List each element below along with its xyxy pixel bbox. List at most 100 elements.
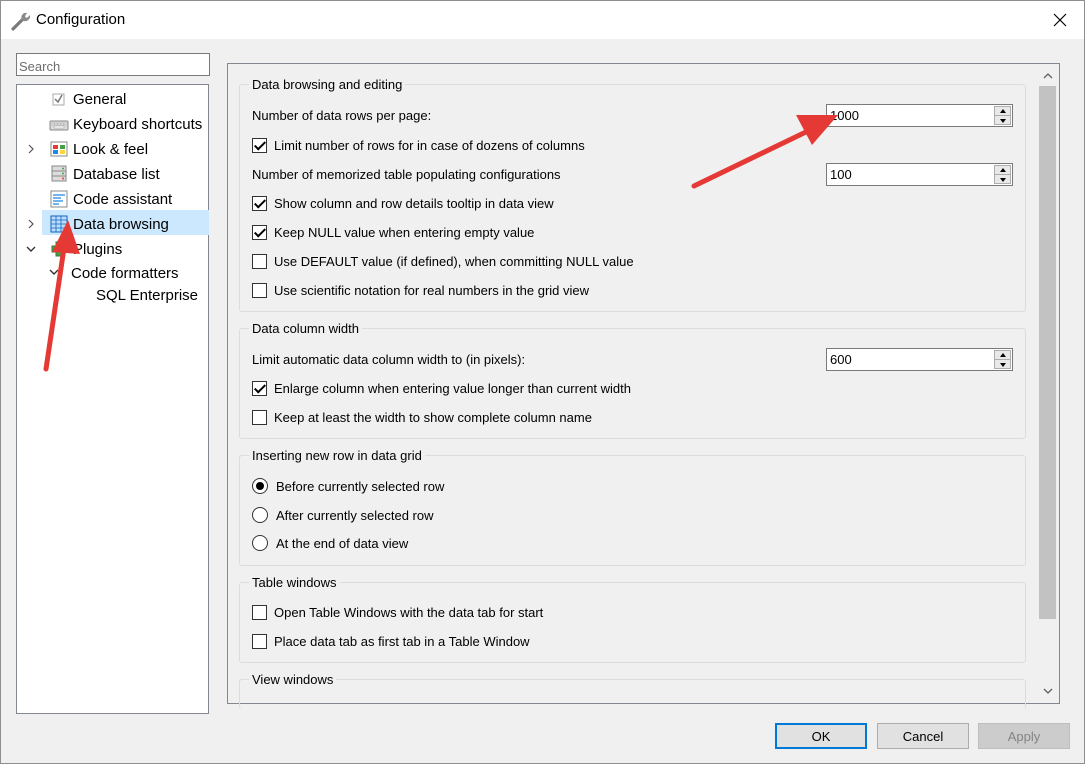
chevron-right-icon[interactable] bbox=[24, 217, 38, 231]
ok-button[interactable]: OK bbox=[775, 723, 867, 749]
data-grid-icon bbox=[49, 214, 69, 234]
scientific-notation-checkbox[interactable]: Use scientific notation for real numbers… bbox=[252, 280, 589, 300]
tree-item-sql-enterprise[interactable]: SQL Enterprise bbox=[92, 283, 198, 307]
checkbox-label: Place data tab as first tab in a Table W… bbox=[274, 633, 530, 649]
tree-item-label: SQL Enterprise bbox=[96, 286, 198, 304]
chevron-down-icon[interactable] bbox=[24, 242, 38, 256]
tree-item-label: Plugins bbox=[73, 240, 123, 258]
limit-width-input[interactable] bbox=[827, 349, 992, 370]
radio-end-of-view[interactable]: At the end of data view bbox=[252, 533, 408, 553]
spin-up-button[interactable] bbox=[995, 351, 1010, 360]
chevron-down-icon bbox=[1043, 688, 1053, 694]
tree-item-plugins[interactable]: Plugins bbox=[49, 237, 122, 261]
tree-item-code-assistant[interactable]: Code assistant bbox=[49, 187, 172, 211]
radio-unselected[interactable] bbox=[252, 507, 268, 523]
tree-item-label: Code formatters bbox=[71, 264, 179, 282]
checkbox-checked[interactable] bbox=[252, 224, 267, 240]
tree-item-general[interactable]: General bbox=[49, 87, 126, 111]
close-button[interactable] bbox=[1040, 5, 1080, 35]
radio-after-selected[interactable]: After currently selected row bbox=[252, 505, 434, 525]
tooltip-checkbox[interactable]: Show column and row details tooltip in d… bbox=[252, 193, 554, 213]
tree-item-label: Database list bbox=[73, 165, 160, 183]
group-title: Table windows bbox=[249, 575, 340, 590]
checkbox-label: Show column and row details tooltip in d… bbox=[274, 195, 554, 211]
limit-width-spinbox[interactable] bbox=[826, 348, 1013, 371]
checkbox-checked[interactable] bbox=[252, 195, 267, 211]
spin-down-button[interactable] bbox=[995, 175, 1010, 184]
arrow-down-icon bbox=[999, 362, 1006, 367]
default-value-checkbox[interactable]: Use DEFAULT value (if defined), when com… bbox=[252, 251, 634, 271]
wrench-icon bbox=[11, 12, 31, 31]
radio-unselected[interactable] bbox=[252, 535, 268, 551]
arrow-up-icon bbox=[999, 109, 1006, 113]
spin-down-button[interactable] bbox=[995, 360, 1010, 369]
checkbox-unchecked[interactable] bbox=[252, 604, 267, 620]
scroll-up-button[interactable] bbox=[1037, 66, 1059, 86]
memorized-configs-input[interactable] bbox=[827, 164, 992, 185]
database-list-icon bbox=[49, 164, 69, 184]
checkbox-unchecked[interactable] bbox=[252, 409, 267, 425]
chevron-down-icon[interactable] bbox=[47, 265, 61, 279]
scroll-down-button[interactable] bbox=[1037, 681, 1059, 701]
checkbox-label: Use scientific notation for real numbers… bbox=[274, 282, 590, 298]
place-first-checkbox[interactable]: Place data tab as first tab in a Table W… bbox=[252, 631, 530, 651]
tree-item-data-browsing[interactable]: Data browsing bbox=[49, 212, 169, 236]
window-title: Configuration bbox=[36, 11, 126, 28]
checkbox-label: Keep at least the width to show complete… bbox=[274, 409, 592, 425]
configuration-window: Configuration General Keyboard shortcuts bbox=[0, 0, 1085, 764]
radio-before-selected[interactable]: Before currently selected row bbox=[252, 476, 444, 496]
tree-item-label: Code assistant bbox=[73, 190, 173, 208]
search-input[interactable] bbox=[16, 53, 210, 76]
checkbox-label: Open Table Windows with the data tab for… bbox=[274, 604, 544, 620]
limit-rows-checkbox[interactable]: Limit number of rows for in case of doze… bbox=[252, 135, 585, 155]
tree-item-keyboard-shortcuts[interactable]: Keyboard shortcuts bbox=[49, 112, 202, 136]
group-title: Inserting new row in data grid bbox=[249, 448, 425, 463]
general-check-icon bbox=[49, 89, 69, 109]
radio-label: After currently selected row bbox=[276, 507, 434, 523]
group-title: View windows bbox=[249, 672, 337, 687]
checkbox-label: Enlarge column when entering value longe… bbox=[274, 380, 631, 396]
cancel-button[interactable]: Cancel bbox=[877, 723, 969, 749]
tree-item-look-and-feel[interactable]: Look & feel bbox=[49, 137, 148, 161]
memorized-configs-label: Number of memorized table populating con… bbox=[252, 166, 561, 182]
close-icon bbox=[1053, 13, 1067, 27]
vertical-scrollbar[interactable] bbox=[1037, 64, 1059, 703]
tree-item-label: General bbox=[73, 90, 127, 108]
spin-up-button[interactable] bbox=[995, 107, 1010, 116]
tree-item-label: Look & feel bbox=[73, 140, 149, 158]
settings-tree: General Keyboard shortcuts Look & feel D… bbox=[16, 84, 209, 714]
chevron-right-icon[interactable] bbox=[24, 142, 38, 156]
tree-item-code-formatters[interactable]: Code formatters bbox=[67, 261, 179, 285]
tree-item-database-list[interactable]: Database list bbox=[49, 162, 160, 186]
checkbox-checked[interactable] bbox=[252, 137, 267, 153]
checkbox-unchecked[interactable] bbox=[252, 253, 267, 269]
radio-label: Before currently selected row bbox=[276, 478, 445, 494]
checkbox-unchecked[interactable] bbox=[252, 633, 267, 649]
radio-selected[interactable] bbox=[252, 478, 268, 494]
spin-up-button[interactable] bbox=[995, 166, 1010, 175]
memorized-configs-spinbox[interactable] bbox=[826, 163, 1013, 186]
arrow-up-icon bbox=[999, 168, 1006, 172]
checkbox-label: Use DEFAULT value (if defined), when com… bbox=[274, 253, 634, 269]
chevron-up-icon bbox=[1043, 73, 1053, 79]
checkbox-checked[interactable] bbox=[252, 380, 267, 396]
rows-per-page-label: Number of data rows per page: bbox=[252, 107, 432, 123]
group-view-windows bbox=[239, 679, 1026, 709]
open-data-tab-checkbox[interactable]: Open Table Windows with the data tab for… bbox=[252, 602, 543, 622]
plugin-icon bbox=[49, 239, 69, 259]
apply-button[interactable]: Apply bbox=[978, 723, 1070, 749]
keep-null-checkbox[interactable]: Keep NULL value when entering empty valu… bbox=[252, 222, 534, 242]
spin-buttons bbox=[994, 165, 1011, 184]
checkbox-unchecked[interactable] bbox=[252, 282, 267, 298]
scroll-thumb[interactable] bbox=[1039, 86, 1056, 619]
spin-down-button[interactable] bbox=[995, 116, 1010, 125]
keep-width-checkbox[interactable]: Keep at least the width to show complete… bbox=[252, 407, 592, 427]
tree-item-label: Keyboard shortcuts bbox=[73, 115, 203, 133]
rows-per-page-spinbox[interactable] bbox=[826, 104, 1013, 127]
rows-per-page-input[interactable] bbox=[827, 105, 992, 126]
look-and-feel-icon bbox=[49, 139, 69, 159]
enlarge-column-checkbox[interactable]: Enlarge column when entering value longe… bbox=[252, 378, 631, 398]
spin-buttons bbox=[994, 106, 1011, 125]
checkbox-label: Limit number of rows for in case of doze… bbox=[274, 137, 585, 153]
spin-buttons bbox=[994, 350, 1011, 369]
